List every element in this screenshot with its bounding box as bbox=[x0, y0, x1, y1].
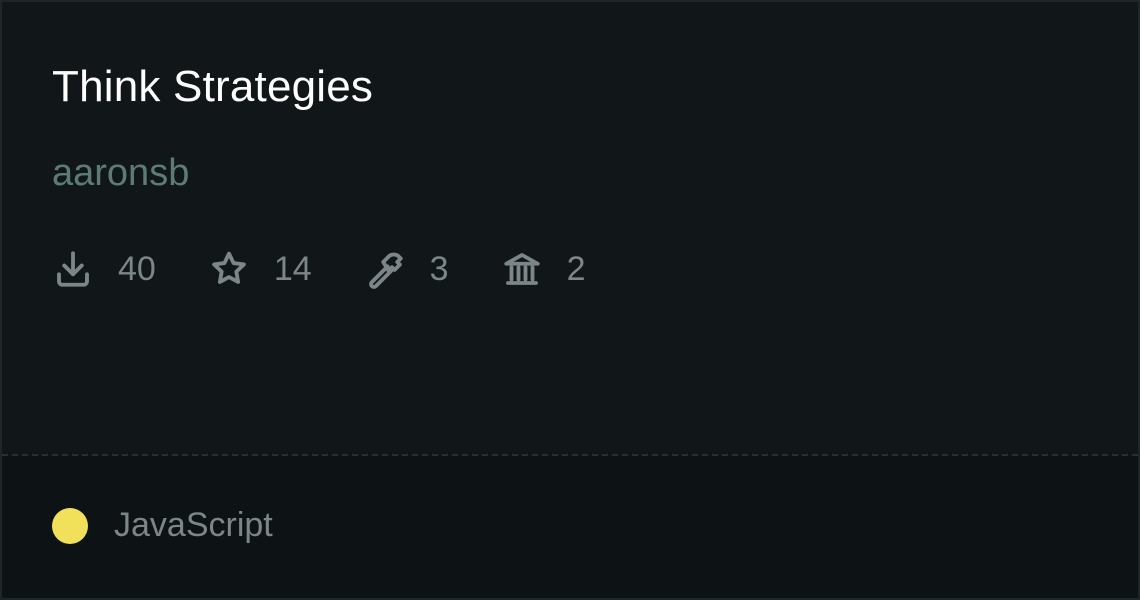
stat-tools: 3 bbox=[364, 248, 449, 290]
repo-card[interactable]: Think Strategies aaronsb 40 14 3 2 JavaS… bbox=[0, 0, 1140, 600]
language-tag: JavaScript bbox=[52, 506, 273, 545]
card-author[interactable]: aaronsb bbox=[52, 148, 189, 198]
card-header: Think Strategies aaronsb 40 14 3 2 bbox=[2, 2, 1138, 454]
stat-institutions-value: 2 bbox=[566, 249, 586, 288]
hammer-icon bbox=[364, 248, 406, 290]
stat-institutions: 2 bbox=[501, 248, 586, 290]
language-label: JavaScript bbox=[114, 506, 273, 544]
stat-tools-value: 3 bbox=[429, 249, 449, 288]
download-icon bbox=[52, 248, 94, 290]
stat-stars-value: 14 bbox=[273, 249, 312, 288]
card-title[interactable]: Think Strategies bbox=[52, 60, 373, 114]
language-color-dot bbox=[52, 507, 88, 544]
stat-downloads-value: 40 bbox=[118, 249, 156, 288]
stats-row: 40 14 3 2 bbox=[52, 246, 638, 292]
stat-stars: 14 bbox=[208, 248, 312, 290]
stat-downloads: 40 bbox=[52, 248, 156, 290]
star-icon bbox=[208, 248, 250, 290]
bank-icon bbox=[501, 248, 543, 290]
